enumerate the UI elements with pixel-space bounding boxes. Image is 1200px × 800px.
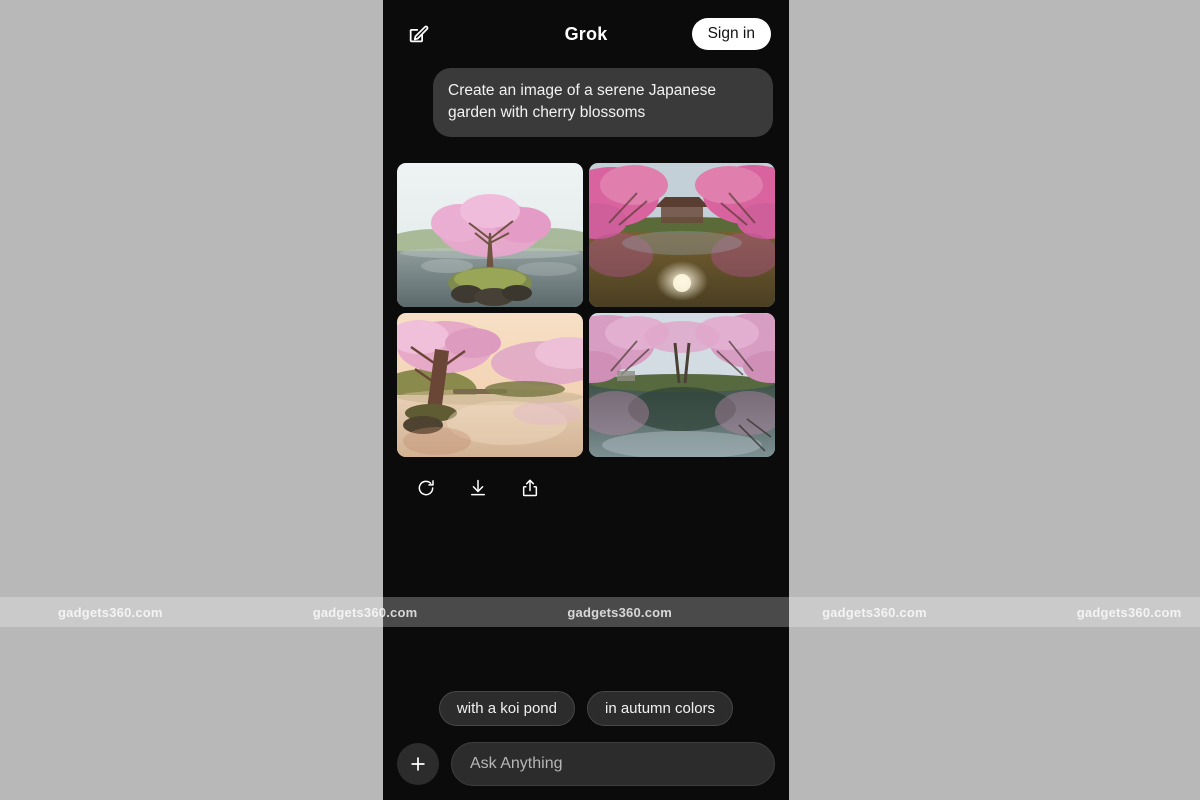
generated-image-4[interactable] bbox=[589, 313, 775, 457]
watermark-text: gadgets360.com bbox=[1076, 604, 1182, 620]
suggestion-chips: with a koi pond in autumn colors bbox=[397, 691, 775, 726]
generated-image-1[interactable] bbox=[397, 163, 583, 307]
suggestion-chip-autumn-colors[interactable]: in autumn colors bbox=[587, 691, 734, 726]
user-message-bubble: Create an image of a serene Japanese gar… bbox=[433, 68, 773, 137]
user-message-row: Create an image of a serene Japanese gar… bbox=[399, 68, 773, 137]
watermark-text: gadgets360.com bbox=[822, 604, 927, 620]
generated-image-grid bbox=[397, 163, 775, 457]
download-icon[interactable] bbox=[463, 473, 493, 503]
plus-icon[interactable] bbox=[397, 743, 439, 785]
share-icon[interactable] bbox=[515, 473, 545, 503]
composer-area: with a koi pond in autumn colors bbox=[383, 691, 789, 800]
watermark-text: gadgets360.com bbox=[58, 604, 163, 620]
image-action-bar bbox=[399, 473, 773, 503]
suggestion-chip-koi-pond[interactable]: with a koi pond bbox=[438, 691, 575, 726]
generated-image-3[interactable] bbox=[397, 313, 583, 457]
generated-image-2[interactable] bbox=[589, 163, 775, 307]
ask-anything-input[interactable] bbox=[451, 742, 775, 786]
conversation: Create an image of a serene Japanese gar… bbox=[383, 68, 789, 503]
composer-row bbox=[397, 742, 775, 786]
app-header: Grok Sign in bbox=[383, 0, 789, 68]
phone-screenshot: Grok Sign in Create an image of a serene… bbox=[383, 0, 789, 800]
compose-icon[interactable] bbox=[401, 17, 435, 51]
screenshot-stage: Grok Sign in Create an image of a serene… bbox=[0, 0, 1200, 800]
refresh-icon[interactable] bbox=[411, 473, 441, 503]
sign-in-button[interactable]: Sign in bbox=[691, 18, 771, 50]
